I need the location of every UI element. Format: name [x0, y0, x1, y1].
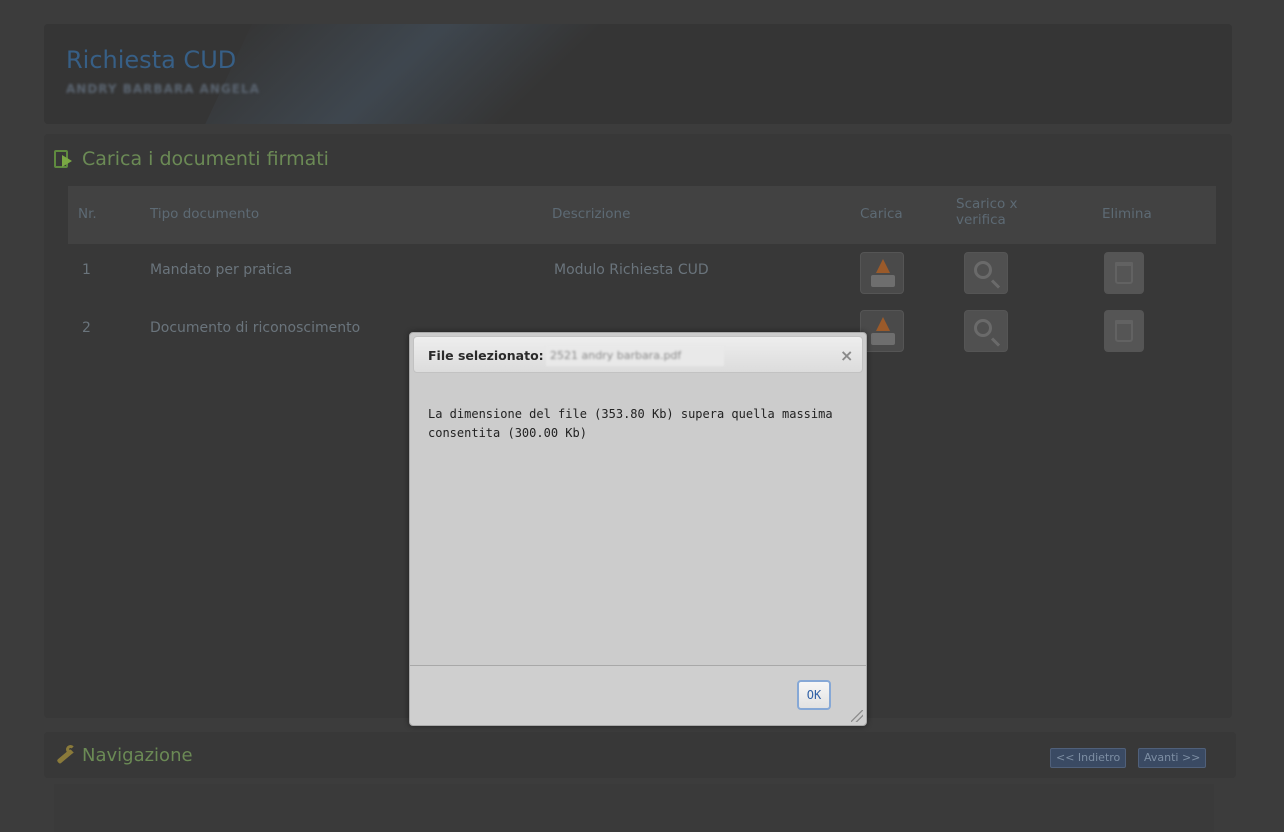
documents-title-text: Carica i documenti firmati [82, 148, 329, 170]
row-description: Modulo Richiesta CUD [554, 262, 709, 278]
row-number: 2 [82, 320, 91, 336]
dialog-titlebar[interactable]: File selezionato: 2521 andry barbara.pdf… [413, 336, 863, 373]
upload-icon [871, 259, 895, 287]
verify-download-button[interactable] [964, 310, 1008, 352]
row-number: 1 [82, 262, 91, 278]
documents-table-header: Nr. Tipo documento Descrizione Carica Sc… [68, 186, 1216, 244]
wrench-icon [52, 744, 76, 766]
column-header-carica: Carica [860, 206, 903, 222]
column-header-tipo: Tipo documento [150, 206, 260, 222]
dialog-title-label: File selezionato: [428, 348, 544, 363]
navigation-title: Navigazione [52, 744, 193, 766]
delete-button[interactable] [1104, 252, 1144, 294]
ok-button[interactable]: OK [797, 680, 831, 710]
resize-handle-icon[interactable] [851, 710, 863, 722]
row-document-type: Mandato per pratica [150, 262, 293, 278]
footer-strip [54, 784, 1214, 832]
trash-icon [1115, 262, 1133, 284]
column-header-nr: Nr. [78, 206, 97, 222]
document-arrow-icon [52, 148, 74, 170]
column-header-descrizione: Descrizione [552, 206, 631, 222]
dialog-footer: OK [410, 665, 866, 725]
table-row: 1 Mandato per pratica Modulo Richiesta C… [68, 246, 1216, 296]
dialog-file-name: 2521 andry barbara.pdf [546, 346, 724, 366]
row-document-type: Documento di riconoscimento [150, 320, 361, 336]
verify-download-button[interactable] [964, 252, 1008, 294]
back-button[interactable]: << Indietro [1050, 748, 1127, 768]
dialog-message: La dimensione del file (353.80 Kb) super… [428, 407, 833, 440]
magnifier-icon [974, 261, 992, 279]
file-error-dialog: File selezionato: 2521 andry barbara.pdf… [409, 332, 867, 726]
delete-button[interactable] [1104, 310, 1144, 352]
header-panel: Richiesta CUD ANDRY BARBARA ANGELA [44, 24, 1232, 124]
close-icon[interactable]: × [840, 346, 853, 365]
trash-icon [1115, 320, 1133, 342]
user-name: ANDRY BARBARA ANGELA [66, 82, 260, 96]
upload-icon [871, 317, 895, 345]
column-header-elimina: Elimina [1102, 206, 1152, 222]
column-header-scarico: Scarico x verifica [956, 196, 1018, 228]
next-button[interactable]: Avanti >> [1138, 748, 1207, 768]
upload-button[interactable] [860, 252, 904, 294]
header-decoration [186, 24, 622, 124]
magnifier-icon [974, 319, 992, 337]
documents-section-title: Carica i documenti firmati [52, 148, 329, 170]
page-title: Richiesta CUD [66, 46, 237, 74]
navigation-title-text: Navigazione [82, 744, 193, 766]
navigation-panel: Navigazione << Indietro Avanti >> [44, 732, 1236, 778]
